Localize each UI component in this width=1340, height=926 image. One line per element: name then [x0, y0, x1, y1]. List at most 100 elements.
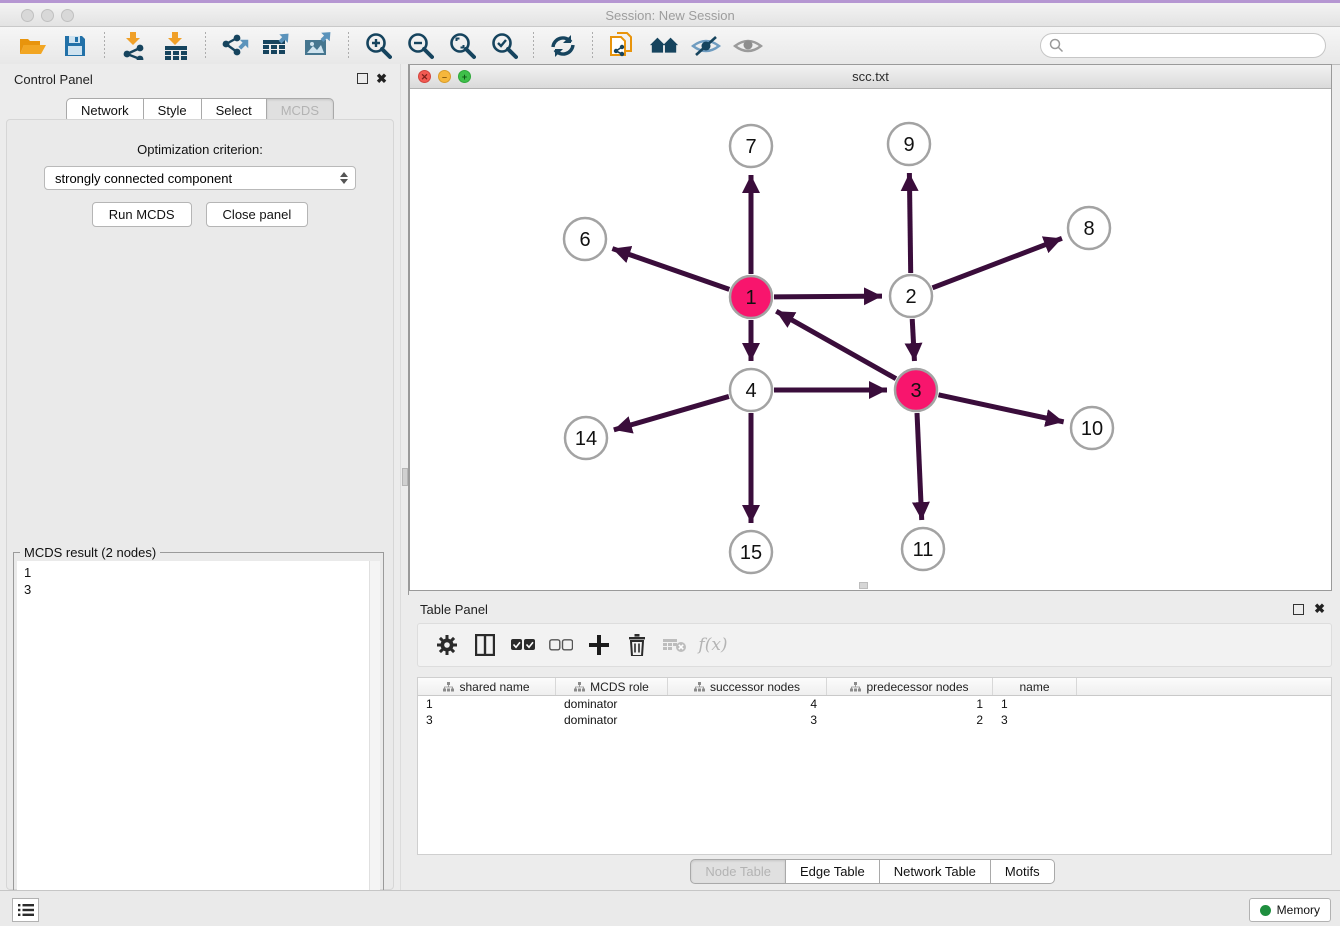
save-icon[interactable]: [60, 31, 90, 61]
delete-table-icon[interactable]: [662, 632, 688, 658]
search-icon: [1049, 38, 1064, 53]
graph-node-label-2: 2: [905, 286, 916, 308]
refresh-icon[interactable]: [548, 31, 578, 61]
graph-edge-3-10[interactable]: [938, 395, 1063, 422]
table-row[interactable]: 1dominator411: [418, 696, 1331, 712]
splitter-handle-icon[interactable]: [402, 468, 408, 486]
tab-node-table[interactable]: Node Table: [690, 859, 786, 884]
network-window-titlebar[interactable]: ✕ – + scc.txt: [410, 65, 1331, 89]
dropdown-stepper-icon: [336, 169, 352, 187]
node-table-body: 1dominator4113dominator323: [418, 696, 1331, 728]
close-table-panel-icon[interactable]: ✖: [1314, 601, 1325, 617]
zoom-selected-icon[interactable]: [489, 31, 519, 61]
mcds-result-list[interactable]: 13: [17, 561, 369, 925]
graph-node-label-14: 14: [575, 428, 597, 450]
table-cell[interactable]: 4: [668, 696, 827, 712]
add-column-icon[interactable]: [586, 632, 612, 658]
shared-column-icon: [694, 682, 705, 692]
shared-column-icon: [574, 682, 585, 692]
show-eye-icon[interactable]: [733, 31, 763, 61]
close-panel-button[interactable]: Close panel: [206, 202, 309, 227]
delete-icon[interactable]: [624, 632, 650, 658]
result-line: 3: [24, 581, 369, 598]
export-network-icon[interactable]: [220, 31, 250, 61]
table-toolbar: f(x): [417, 623, 1332, 667]
tab-motifs[interactable]: Motifs: [991, 859, 1055, 884]
memory-button[interactable]: Memory: [1249, 898, 1331, 922]
graph-node-label-7: 7: [745, 136, 756, 158]
optimization-criterion-select[interactable]: strongly connected component: [44, 166, 356, 190]
table-cell[interactable]: 2: [827, 712, 993, 728]
table-tabs: Node Table Edge Table Network Table Moti…: [405, 859, 1340, 884]
zoom-out-icon[interactable]: [405, 31, 435, 61]
tab-edge-table[interactable]: Edge Table: [786, 859, 880, 884]
status-bar: Memory: [0, 890, 1340, 926]
run-mcds-button[interactable]: Run MCDS: [92, 202, 192, 227]
function-builder-icon[interactable]: f(x): [700, 632, 726, 658]
graph-edge-1-6[interactable]: [612, 249, 729, 290]
mcds-result-group: MCDS result (2 nodes) 13: [13, 552, 384, 926]
column-header-predecessor-nodes[interactable]: predecessor nodes: [827, 678, 993, 695]
graph-edge-1-2[interactable]: [774, 296, 882, 297]
open-folder-icon[interactable]: [18, 31, 48, 61]
zoom-fit-icon[interactable]: [447, 31, 477, 61]
table-cell[interactable]: 1: [418, 696, 556, 712]
mcds-panel: Optimization criterion: strongly connect…: [6, 119, 394, 890]
table-cell[interactable]: 1: [993, 696, 1077, 712]
result-scrollbar[interactable]: [369, 561, 380, 925]
graph-edge-2-3[interactable]: [912, 319, 914, 361]
column-header-name[interactable]: name: [993, 678, 1077, 695]
table-cell[interactable]: 3: [668, 712, 827, 728]
optimization-criterion-label: Optimization criterion:: [7, 142, 393, 157]
graph-edge-2-8[interactable]: [932, 238, 1061, 287]
list-icon: [18, 903, 34, 917]
column-header-successor-nodes[interactable]: successor nodes: [668, 678, 827, 695]
table-cell[interactable]: 1: [827, 696, 993, 712]
table-cell[interactable]: 3: [993, 712, 1077, 728]
gear-icon[interactable]: [434, 632, 460, 658]
float-table-panel-icon[interactable]: [1293, 604, 1304, 615]
export-table-icon[interactable]: [262, 31, 292, 61]
close-panel-icon[interactable]: ✖: [376, 71, 387, 87]
network-graph: 1234678910111415: [410, 89, 1331, 590]
graph-node-label-4: 4: [745, 380, 756, 402]
column-header-MCDS-role[interactable]: MCDS role: [556, 678, 668, 695]
table-cell[interactable]: 3: [418, 712, 556, 728]
graph-edge-3-11[interactable]: [917, 413, 922, 520]
graph-edge-3-1[interactable]: [776, 311, 896, 378]
graph-edge-4-14[interactable]: [614, 396, 729, 429]
network-canvas[interactable]: 1234678910111415: [410, 89, 1331, 590]
node-table: shared nameMCDS rolesuccessor nodesprede…: [417, 677, 1332, 855]
shared-column-icon: [443, 682, 454, 692]
search-input[interactable]: [1064, 38, 1325, 53]
optimization-criterion-value: strongly connected component: [55, 171, 232, 186]
shared-column-icon: [850, 682, 861, 692]
deselect-all-icon[interactable]: [548, 632, 574, 658]
task-history-button[interactable]: [12, 898, 39, 922]
graph-edge-2-9[interactable]: [909, 173, 910, 273]
float-panel-icon[interactable]: [357, 73, 368, 84]
network-file-icon[interactable]: [607, 31, 637, 61]
graph-node-label-11: 11: [913, 539, 934, 561]
result-line: 1: [24, 564, 369, 581]
search-box: [1040, 33, 1326, 58]
table-cell[interactable]: dominator: [556, 696, 668, 712]
canvas-scrollbar-thumb[interactable]: [859, 582, 868, 589]
select-all-icon[interactable]: [510, 632, 536, 658]
memory-label: Memory: [1277, 903, 1320, 917]
node-table-header: shared nameMCDS rolesuccessor nodesprede…: [418, 678, 1331, 696]
import-table-icon[interactable]: [161, 31, 191, 61]
column-header-shared-name[interactable]: shared name: [418, 678, 556, 695]
home-icon[interactable]: [649, 31, 679, 61]
graph-node-label-6: 6: [579, 229, 590, 251]
table-cell[interactable]: dominator: [556, 712, 668, 728]
column-chooser-icon[interactable]: [472, 632, 498, 658]
tab-network-table[interactable]: Network Table: [880, 859, 991, 884]
import-network-icon[interactable]: [119, 31, 149, 61]
application-window: Session: New Session: [0, 0, 1340, 926]
hide-eye-icon[interactable]: [691, 31, 721, 61]
table-row[interactable]: 3dominator323: [418, 712, 1331, 728]
graph-node-label-8: 8: [1083, 218, 1094, 240]
zoom-in-icon[interactable]: [363, 31, 393, 61]
export-image-icon[interactable]: [304, 31, 334, 61]
